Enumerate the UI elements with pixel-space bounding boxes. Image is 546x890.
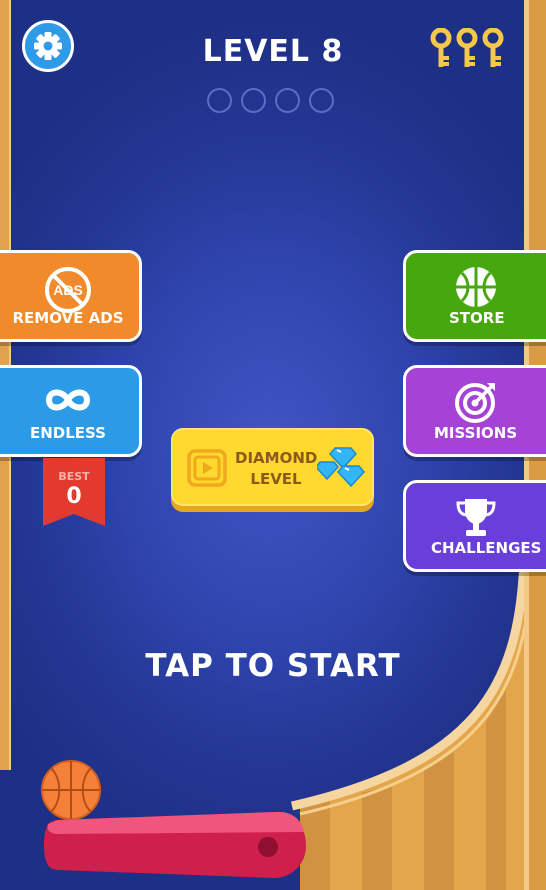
keys-counter: [430, 28, 504, 70]
game-screen[interactable]: LEVEL 8 ADS: [0, 0, 546, 890]
progress-slot: [275, 88, 300, 113]
trophy-icon: [456, 499, 496, 536]
challenges-label: CHALLENGES: [431, 539, 542, 557]
no-ads-icon: ADS: [45, 267, 91, 313]
tap-to-start-prompt: TAP TO START: [145, 648, 401, 684]
best-score-ribbon: BEST 0: [43, 458, 105, 526]
progress-slot: [207, 88, 232, 113]
diamond-icon: [317, 447, 365, 488]
diamond-level-button[interactable]: DIAMOND LEVEL: [171, 428, 374, 506]
store-button[interactable]: STORE: [403, 250, 546, 342]
target-icon: [455, 383, 495, 423]
progress-slot: [241, 88, 266, 113]
remove-ads-button[interactable]: ADS REMOVE ADS: [0, 250, 142, 342]
store-label: STORE: [449, 309, 505, 327]
flipper[interactable]: [40, 800, 310, 890]
key-icon: [430, 28, 452, 67]
missions-label: MISSIONS: [434, 424, 518, 442]
infinity-icon: [45, 389, 91, 411]
best-value: 0: [66, 484, 82, 509]
remove-ads-label: REMOVE ADS: [12, 309, 124, 327]
basketball-icon: [456, 267, 496, 307]
endless-label: ENDLESS: [30, 424, 106, 442]
level-progress: [207, 88, 334, 113]
key-icon: [482, 28, 504, 67]
challenges-button[interactable]: CHALLENGES: [403, 480, 546, 572]
key-icon: [456, 28, 478, 67]
missions-button[interactable]: MISSIONS: [403, 365, 546, 457]
video-play-icon: [187, 449, 227, 487]
diamond-level-line2: LEVEL: [250, 470, 302, 488]
diamond-level-line1: DIAMOND: [235, 449, 318, 467]
best-label: BEST: [58, 470, 90, 483]
progress-slot: [309, 88, 334, 113]
endless-button[interactable]: ENDLESS: [0, 365, 142, 457]
